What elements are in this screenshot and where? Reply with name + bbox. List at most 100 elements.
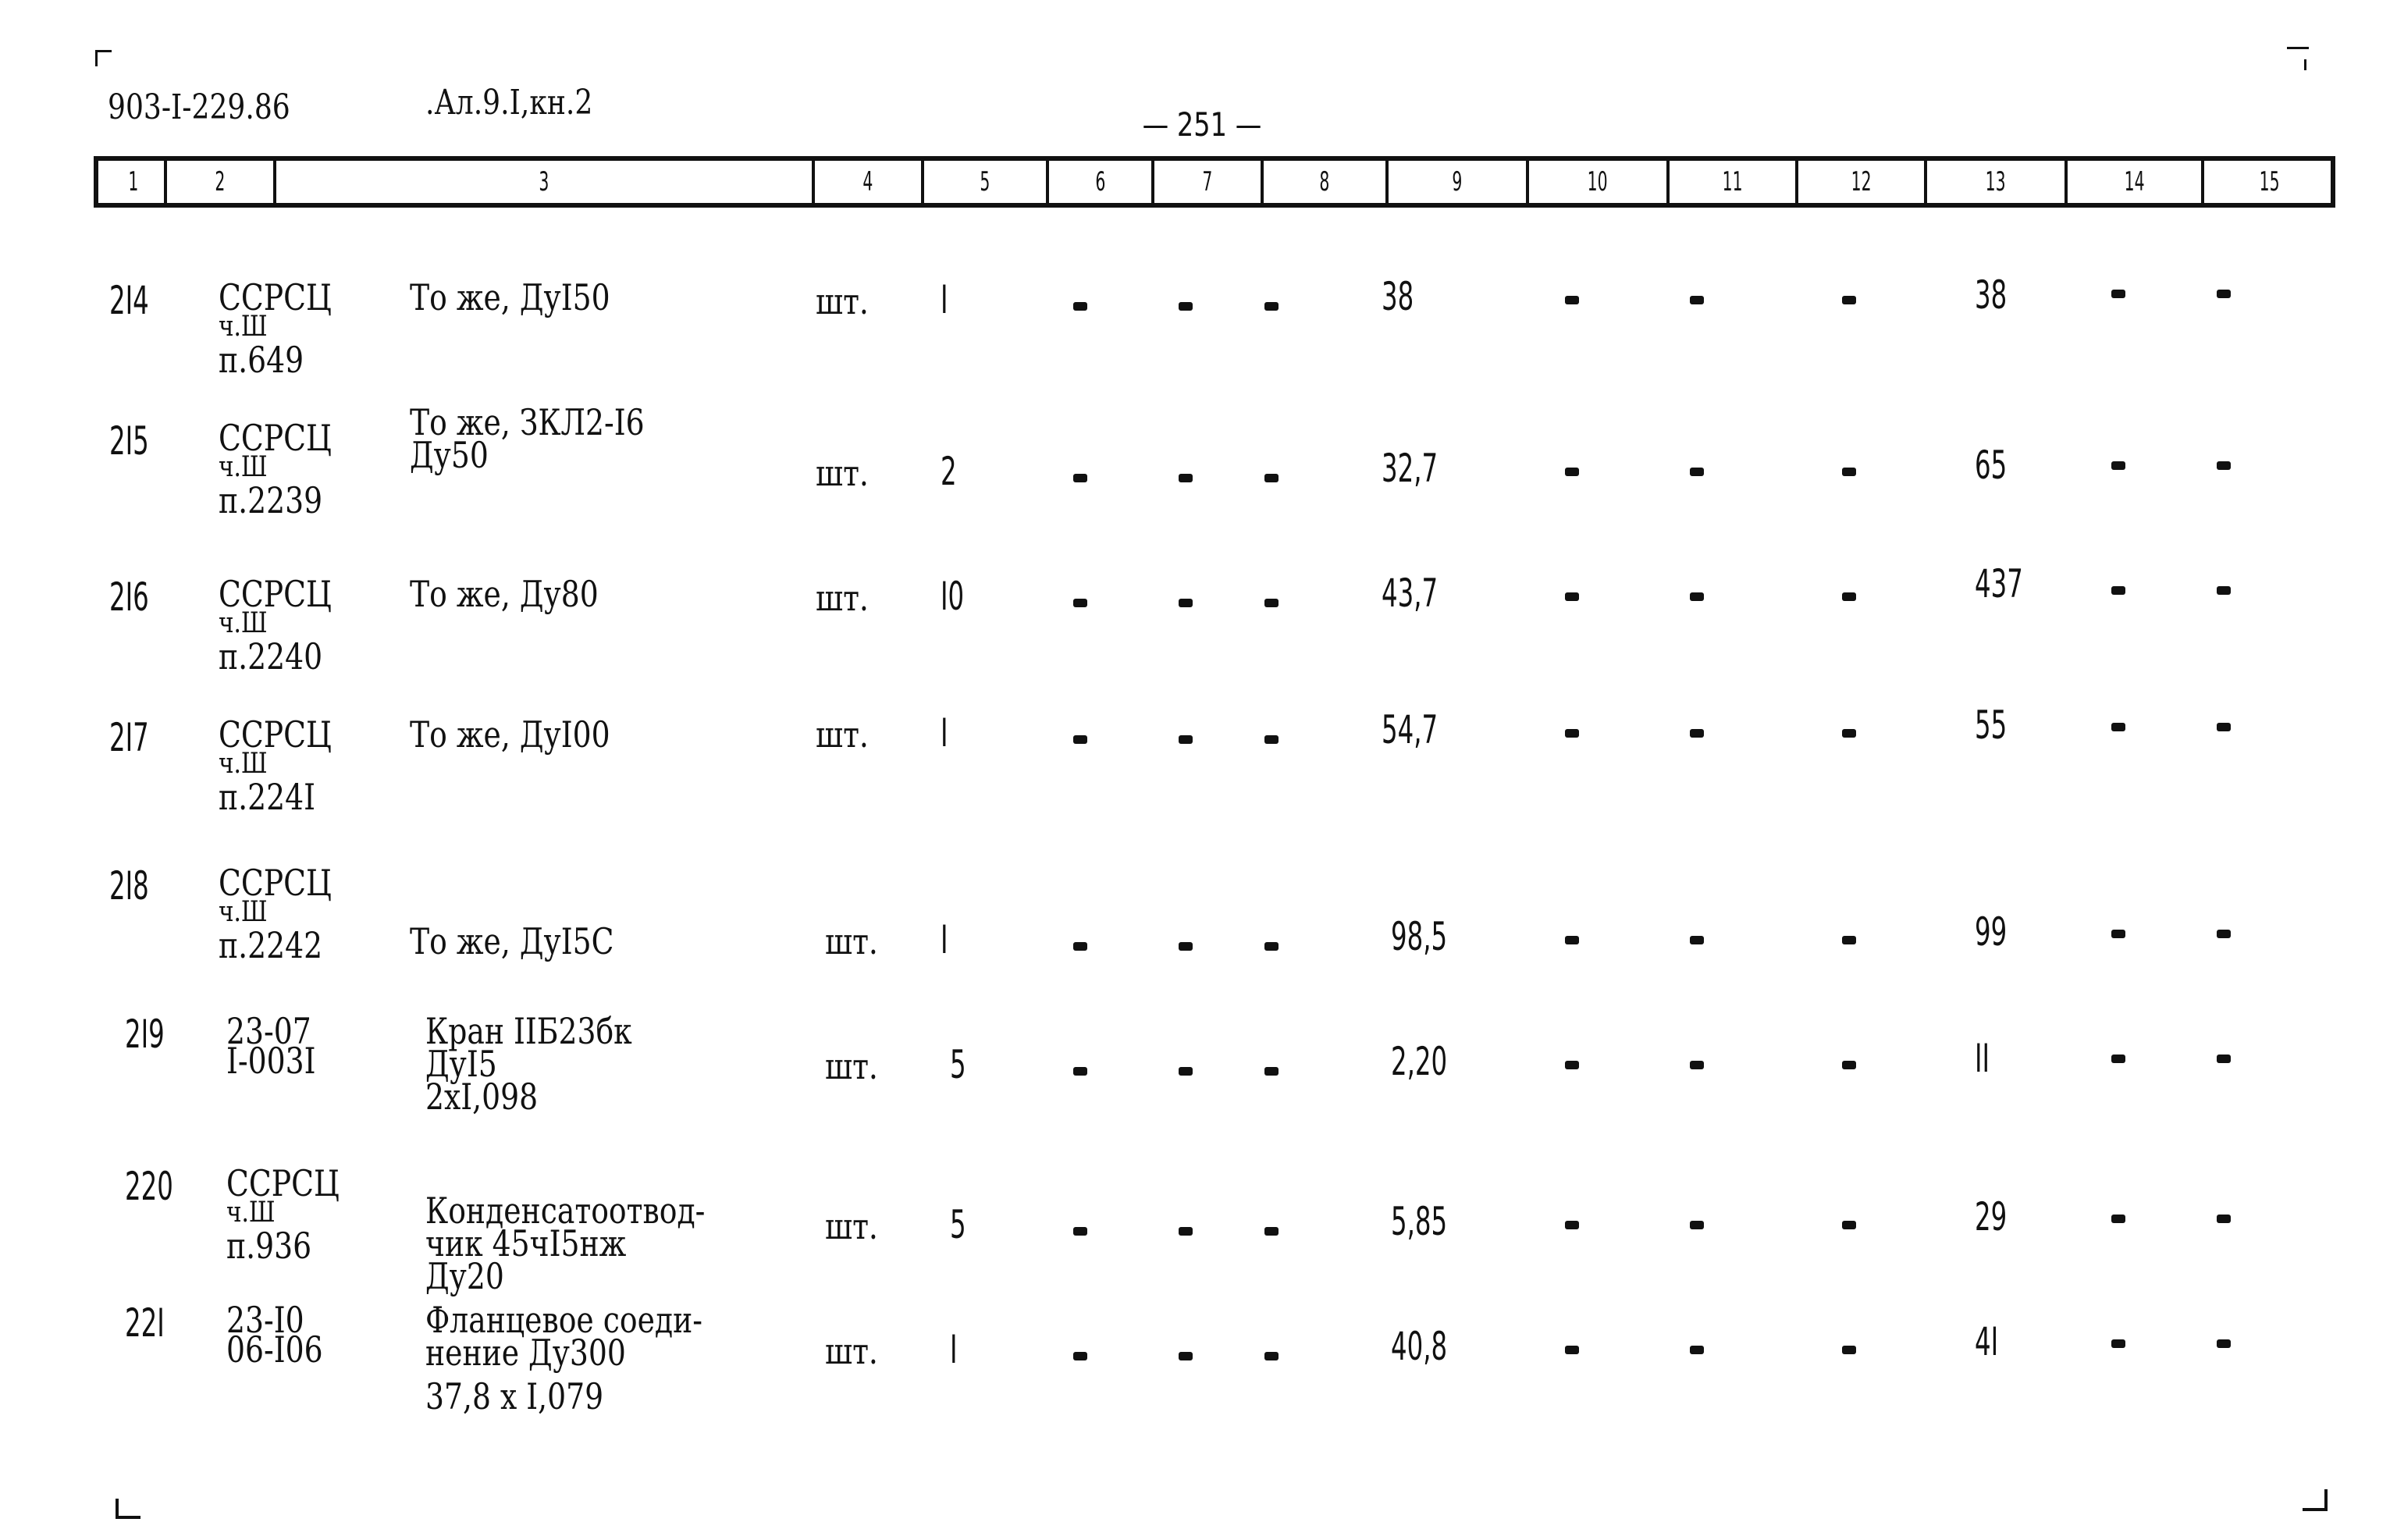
column-header-label: 2 <box>215 166 226 197</box>
row-number: 2I6 <box>109 574 149 620</box>
row-c11-dash <box>1690 1061 1704 1069</box>
row-reference-line: 06-I06 <box>226 1328 323 1371</box>
row-c6-dash <box>1073 474 1087 482</box>
row-name-line: Ду20 <box>425 1255 504 1297</box>
row-quantity: I <box>950 1327 958 1372</box>
row-c11-dash <box>1690 1221 1704 1229</box>
row-reference-line: ССРСЦ <box>219 862 332 904</box>
row-reference-line: п.224I <box>219 776 316 818</box>
row-reference-line: ССРСЦ <box>219 276 332 318</box>
row-c8-dash <box>1264 599 1279 607</box>
column-header-8: 8 <box>1261 161 1385 203</box>
row-c7-dash <box>1179 1227 1193 1236</box>
row-unit-price: 40,8 <box>1391 1324 1448 1369</box>
row-unit-price: 38 <box>1382 274 1414 319</box>
row-c15-dash <box>2217 1339 2231 1348</box>
row-unit: шт. <box>825 1045 878 1087</box>
row-quantity: I <box>941 710 948 756</box>
row-unit: шт. <box>816 577 869 619</box>
corner-mark-bottom-right <box>2303 1489 2328 1511</box>
row-c15-dash <box>2217 1215 2231 1223</box>
row-name-line: 37,8 х I,079 <box>425 1375 604 1417</box>
corner-mark-top-left <box>95 50 112 66</box>
row-total: 38 <box>1975 272 2008 318</box>
column-header-label: 6 <box>1095 166 1105 197</box>
row-c10-dash <box>1565 1221 1579 1229</box>
row-name-line: То же, ДуI00 <box>410 713 610 756</box>
row-c8-dash <box>1264 735 1279 744</box>
row-c6-dash <box>1073 302 1087 311</box>
column-header-10: 10 <box>1526 161 1666 203</box>
row-quantity: 5 <box>950 1042 966 1087</box>
row-name-line: Ду50 <box>410 434 489 476</box>
row-c15-dash <box>2217 290 2231 298</box>
row-total: 29 <box>1975 1194 2008 1239</box>
row-c15-dash <box>2217 461 2231 470</box>
row-c8-dash <box>1264 302 1279 311</box>
column-header-2: 2 <box>164 161 273 203</box>
row-quantity: 5 <box>950 1202 966 1247</box>
row-c7-dash <box>1179 474 1193 482</box>
row-c11-dash <box>1690 296 1704 304</box>
row-c12-dash <box>1842 296 1856 304</box>
row-name-line: То же, ДуI5С <box>410 920 614 962</box>
row-c12-dash <box>1842 1061 1856 1069</box>
column-header-9: 9 <box>1385 161 1526 203</box>
row-total: 55 <box>1975 702 2008 748</box>
row-number: 2I7 <box>109 715 149 760</box>
row-c15-dash <box>2217 586 2231 595</box>
column-header-14: 14 <box>2064 161 2201 203</box>
row-total: II <box>1975 1036 1990 1081</box>
column-header-11: 11 <box>1666 161 1795 203</box>
row-c8-dash <box>1264 1067 1279 1076</box>
column-header-label: 12 <box>1851 166 1872 197</box>
album-reference: .Ал.9.I,кн.2 <box>425 83 593 123</box>
row-name-line: нение Ду300 <box>425 1332 626 1374</box>
row-quantity: 2 <box>941 449 957 494</box>
corner-mark-top-right <box>2287 47 2309 52</box>
row-c14-dash <box>2111 930 2125 938</box>
column-header-label: 5 <box>980 166 990 197</box>
row-c15-dash <box>2217 1055 2231 1063</box>
column-header-1: 1 <box>98 161 169 203</box>
column-header-13: 13 <box>1924 161 2064 203</box>
row-unit-price: 98,5 <box>1391 914 1448 959</box>
row-c10-dash <box>1565 592 1579 601</box>
row-c12-dash <box>1842 1346 1856 1354</box>
row-unit: шт. <box>825 1205 878 1247</box>
row-c14-dash <box>2111 290 2125 298</box>
row-c14-dash <box>2111 1055 2125 1063</box>
document-code: 903-I-229.86 <box>108 87 290 127</box>
column-header-label: 13 <box>1986 166 2006 197</box>
row-number: 22I <box>125 1300 165 1346</box>
row-c11-dash <box>1690 936 1704 944</box>
row-c10-dash <box>1565 1346 1579 1354</box>
row-reference-line: ССРСЦ <box>219 417 332 459</box>
column-header-label: 14 <box>2124 166 2145 197</box>
row-c11-dash <box>1690 729 1704 738</box>
row-c7-dash <box>1179 302 1193 311</box>
row-c11-dash <box>1690 1346 1704 1354</box>
row-c14-dash <box>2111 1215 2125 1223</box>
row-c15-dash <box>2217 930 2231 938</box>
row-number: 2I4 <box>109 278 149 323</box>
row-total: 437 <box>1975 561 2023 606</box>
column-header-12: 12 <box>1795 161 1924 203</box>
row-unit: шт. <box>825 920 878 962</box>
row-c14-dash <box>2111 723 2125 731</box>
row-unit: шт. <box>816 452 869 494</box>
row-c10-dash <box>1565 729 1579 738</box>
page-number: — 251 — <box>1142 105 1262 144</box>
row-number: 220 <box>125 1164 173 1209</box>
row-c12-dash <box>1842 1221 1856 1229</box>
row-reference-line: п.2242 <box>219 924 323 966</box>
row-c7-dash <box>1179 1067 1193 1076</box>
row-c6-dash <box>1073 1067 1087 1076</box>
row-number: 2I8 <box>109 863 149 909</box>
row-c12-dash <box>1842 468 1856 476</box>
row-c6-dash <box>1073 599 1087 607</box>
row-reference-line: I-003I <box>226 1040 316 1082</box>
row-unit: шт. <box>825 1330 878 1372</box>
row-c8-dash <box>1264 1227 1279 1236</box>
row-reference-line: ССРСЦ <box>226 1162 340 1204</box>
